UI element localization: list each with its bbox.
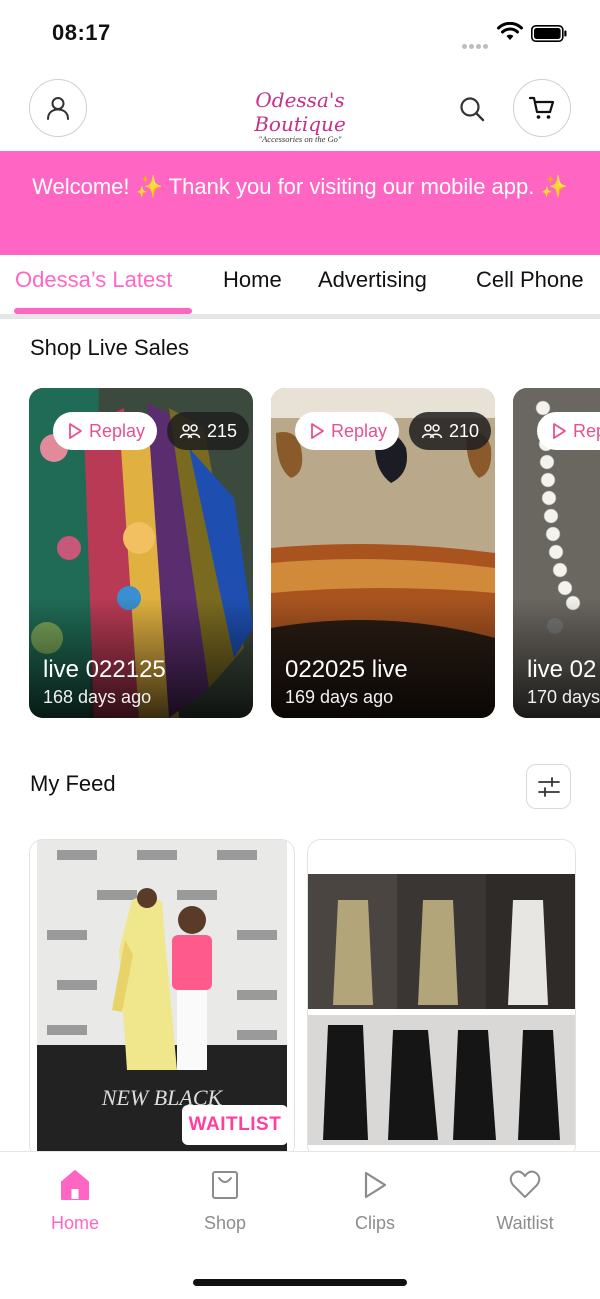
- live-sale-card[interactable]: Replay 215 live 022125 168 days ago: [29, 388, 253, 718]
- battery-icon: [531, 25, 567, 42]
- live-sales-carousel[interactable]: Replay 215 live 022125 168 days ago Repl…: [0, 388, 600, 718]
- waitlist-badge[interactable]: WAITLIST: [182, 1105, 288, 1145]
- live-sale-age: 170 days a: [527, 687, 600, 707]
- heart-icon: [509, 1170, 541, 1198]
- shopping-bag-icon: [212, 1171, 238, 1199]
- viewer-count-badge: 210: [409, 412, 492, 450]
- tab-home[interactable]: Home: [223, 267, 282, 293]
- replay-badge[interactable]: Replay: [295, 412, 400, 450]
- bottom-navigation: Home Shop Clips Waitlist: [0, 1151, 600, 1299]
- feed-filter-button[interactable]: [526, 764, 571, 809]
- live-sale-card[interactable]: Replay 210 022025 live 169 days ago: [271, 388, 495, 718]
- my-feed-title: My Feed: [30, 771, 116, 796]
- account-button[interactable]: [29, 79, 87, 137]
- filter-sliders-icon: [537, 776, 560, 797]
- play-icon: [364, 1171, 387, 1199]
- boutique-logo[interactable]: Odessa's Boutique "Accessories on the Go…: [220, 88, 380, 144]
- search-button[interactable]: [456, 93, 488, 125]
- nav-shop[interactable]: Shop: [150, 1152, 300, 1252]
- home-indicator[interactable]: [193, 1279, 407, 1286]
- live-sale-title: live 02: [527, 656, 597, 683]
- active-tab-indicator: [14, 308, 192, 314]
- signal-dots-icon: [462, 36, 490, 54]
- home-icon: [61, 1170, 89, 1200]
- cart-icon: [528, 96, 555, 119]
- welcome-banner: Welcome! ✨ Thank you for visiting our mo…: [0, 151, 600, 255]
- viewers-icon: [179, 424, 201, 439]
- nav-home[interactable]: Home: [0, 1152, 150, 1252]
- logo-name: Odessa's Boutique: [254, 88, 346, 136]
- tab-cell-phone[interactable]: Cell Phone: [476, 267, 584, 293]
- viewers-icon: [421, 424, 443, 439]
- play-icon: [553, 423, 566, 439]
- viewer-count-badge: 215: [167, 412, 250, 450]
- live-sale-title: live 022125: [43, 656, 166, 683]
- user-icon: [47, 97, 69, 120]
- wifi-icon: [497, 22, 523, 40]
- status-time: 08:17: [52, 20, 111, 45]
- replay-badge[interactable]: Replay: [537, 412, 600, 450]
- feed-photo-jumpsuits: [308, 840, 575, 1158]
- status-bar: 08:17: [0, 0, 600, 66]
- live-sale-age: 168 days ago: [43, 687, 152, 707]
- live-sale-age: 169 days ago: [285, 687, 394, 707]
- live-sale-title: 022025 live: [285, 656, 408, 683]
- play-icon: [69, 423, 82, 439]
- nav-waitlist[interactable]: Waitlist: [450, 1152, 600, 1252]
- welcome-text: Welcome! ✨ Thank you for visiting our mo…: [32, 174, 568, 199]
- live-sales-title: Shop Live Sales: [30, 335, 189, 360]
- logo-tagline: "Accessories on the Go": [258, 134, 342, 144]
- live-sale-card[interactable]: Replay live 02 170 days a: [513, 388, 600, 718]
- category-tabs: Odessa’s Latest Home Advertising Cell Ph…: [0, 255, 600, 319]
- search-icon: [460, 97, 485, 122]
- nav-clips[interactable]: Clips: [300, 1152, 450, 1252]
- replay-badge[interactable]: Replay: [53, 412, 158, 450]
- feed-item-card[interactable]: [307, 839, 576, 1159]
- play-icon: [311, 423, 324, 439]
- cart-button[interactable]: [513, 79, 571, 137]
- tab-advertising[interactable]: Advertising: [318, 267, 427, 293]
- app-header: Odessa's Boutique "Accessories on the Go…: [0, 66, 600, 152]
- tab-odessas-latest[interactable]: Odessa’s Latest: [15, 267, 172, 293]
